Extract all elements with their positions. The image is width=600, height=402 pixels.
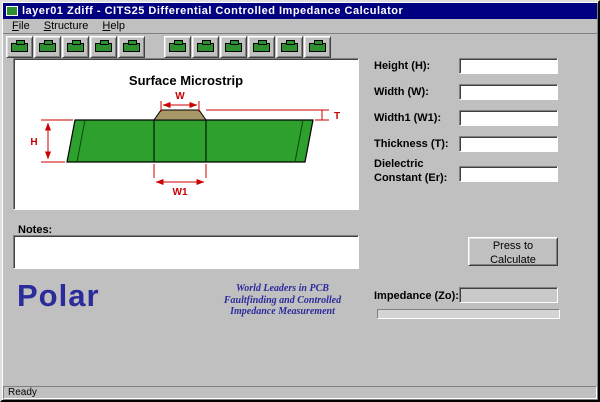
calculate-button[interactable]: Press to Calculate — [468, 237, 558, 266]
height-label: Height (H): — [374, 60, 462, 74]
dimension-label-w: W — [175, 91, 185, 102]
pcb-structure-icon — [39, 43, 56, 52]
toolbar-structure-button-9[interactable] — [248, 36, 275, 58]
tagline-line-1: World Leaders in PCB — [200, 283, 365, 295]
structure-diagram-panel: Surface Microstrip W T — [13, 58, 359, 210]
pcb-structure-icon — [253, 43, 270, 52]
menu-structure[interactable]: Structure — [37, 19, 96, 32]
pcb-structure-icon — [197, 43, 214, 52]
impedance-output — [459, 287, 558, 303]
toolbar — [3, 35, 597, 59]
thickness-label: Thickness (T): — [374, 138, 462, 152]
toolbar-group-2 — [164, 36, 332, 58]
substrate-cross-section — [67, 120, 313, 162]
dimension-label-w1: W1 — [173, 187, 188, 198]
menu-bar: FileStructureHelp — [3, 19, 597, 34]
progress-bar — [377, 309, 560, 319]
window-title: layer01 Zdiff - CITS25 Differential Cont… — [22, 5, 403, 17]
dielectric-constant-input[interactable] — [459, 166, 558, 182]
width1-label: Width1 (W1): — [374, 112, 462, 126]
toolbar-structure-button-11[interactable] — [304, 36, 331, 58]
window-icon — [6, 6, 18, 16]
pcb-structure-icon — [67, 43, 84, 52]
tagline-line-2: Faultfinding and Controlled — [200, 295, 365, 307]
pcb-structure-icon — [11, 43, 28, 52]
toolbar-structure-button-2[interactable] — [34, 36, 61, 58]
status-bar: Ready — [2, 384, 598, 400]
notes-textarea[interactable] — [13, 235, 359, 269]
pcb-structure-icon — [225, 43, 242, 52]
menu-help[interactable]: Help — [95, 19, 132, 32]
tagline-line-3: Impedance Measurement — [200, 306, 365, 318]
impedance-label: Impedance (Zo): — [374, 290, 459, 302]
toolbar-structure-button-7[interactable] — [192, 36, 219, 58]
toolbar-structure-button-6[interactable] — [164, 36, 191, 58]
toolbar-structure-button-1[interactable] — [6, 36, 33, 58]
trace-cross-section — [154, 110, 206, 120]
application-window: layer01 Zdiff - CITS25 Differential Cont… — [0, 0, 600, 402]
toolbar-structure-button-8[interactable] — [220, 36, 247, 58]
toolbar-structure-button-3[interactable] — [62, 36, 89, 58]
dielectric-constant-label: Dielectric Constant (Er): — [374, 158, 462, 186]
dimension-label-t: T — [334, 111, 340, 122]
toolbar-structure-button-5[interactable] — [118, 36, 145, 58]
dimension-label-h: H — [30, 137, 37, 148]
pcb-structure-icon — [309, 43, 326, 52]
thickness-input[interactable] — [459, 136, 558, 152]
toolbar-structure-button-10[interactable] — [276, 36, 303, 58]
pcb-structure-icon — [123, 43, 140, 52]
pcb-structure-icon — [95, 43, 112, 52]
brand-tagline: World Leaders in PCB Faultfinding and Co… — [200, 283, 365, 318]
surface-microstrip-diagram: W T H W1 — [21, 90, 351, 202]
toolbar-group-1 — [6, 36, 146, 58]
height-input[interactable] — [459, 58, 558, 74]
width-label: Width (W): — [374, 86, 462, 100]
diagram-title: Surface Microstrip — [14, 73, 358, 88]
status-text: Ready — [3, 386, 597, 399]
width1-input[interactable] — [459, 110, 558, 126]
menu-file[interactable]: File — [5, 19, 37, 32]
pcb-structure-icon — [169, 43, 186, 52]
title-bar[interactable]: layer01 Zdiff - CITS25 Differential Cont… — [3, 3, 597, 19]
pcb-structure-icon — [281, 43, 298, 52]
width-input[interactable] — [459, 84, 558, 100]
polar-logo: Polar — [17, 278, 100, 314]
toolbar-structure-button-4[interactable] — [90, 36, 117, 58]
